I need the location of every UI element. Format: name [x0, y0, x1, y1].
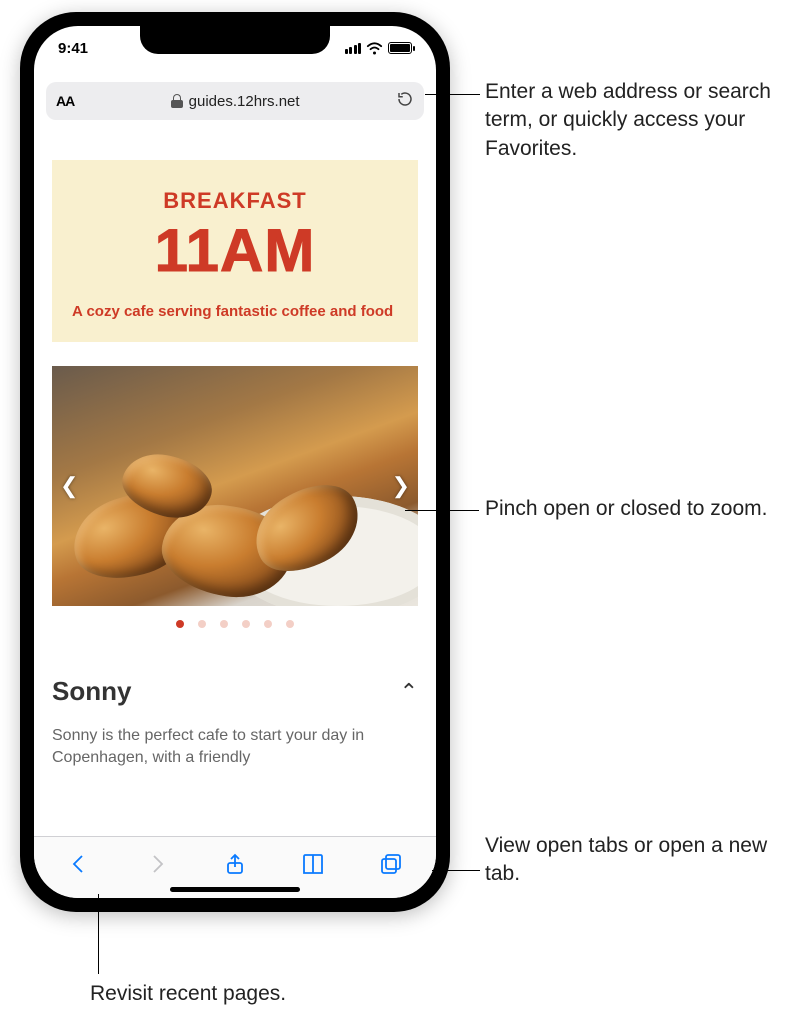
callout-lead: [432, 870, 480, 871]
home-indicator[interactable]: [170, 887, 300, 892]
status-time: 9:41: [58, 40, 88, 57]
carousel-prev-button[interactable]: ❮: [60, 473, 78, 499]
url-bar[interactable]: AA guides.12hrs.net: [46, 82, 424, 120]
banner-label: BREAKFAST: [72, 188, 398, 214]
callout-tabs: View open tabs or open a new tab.: [485, 832, 805, 889]
collapse-icon[interactable]: ⌃: [400, 679, 418, 705]
carousel-image[interactable]: ❮ ❯: [52, 366, 418, 606]
carousel-dot[interactable]: [220, 620, 228, 628]
callout-lead: [405, 510, 479, 511]
carousel-dot[interactable]: [286, 620, 294, 628]
lock-icon: [171, 94, 183, 108]
banner-title: 11AM: [72, 216, 398, 285]
status-right: [345, 42, 413, 55]
carousel-dot[interactable]: [264, 620, 272, 628]
carousel-dot[interactable]: [176, 620, 184, 628]
tabs-button[interactable]: [371, 844, 411, 884]
callout-lead: [425, 94, 480, 95]
reload-button[interactable]: [396, 90, 414, 112]
share-button[interactable]: [215, 844, 255, 884]
article-body: Sonny is the perfect cafe to start your …: [52, 725, 418, 770]
article-title: Sonny: [52, 676, 131, 707]
bookmarks-button[interactable]: [293, 844, 333, 884]
article: Sonny ⌃ Sonny is the perfect cafe to sta…: [52, 676, 418, 770]
callout-address: Enter a web address or search term, or q…: [485, 78, 805, 163]
callout-zoom: Pinch open or closed to zoom.: [485, 495, 768, 523]
web-content[interactable]: BREAKFAST 11AM A cozy cafe serving fanta…: [34, 130, 436, 828]
callout-history: Revisit recent pages.: [90, 980, 286, 1008]
carousel-dots[interactable]: [52, 620, 418, 628]
wifi-icon: [366, 42, 383, 55]
carousel-next-button[interactable]: ❯: [392, 473, 410, 499]
forward-button: [137, 844, 177, 884]
carousel-dot[interactable]: [242, 620, 250, 628]
cellular-icon: [345, 43, 362, 54]
url-display[interactable]: guides.12hrs.net: [171, 93, 300, 110]
text-size-button[interactable]: AA: [56, 93, 74, 109]
carousel-dot[interactable]: [198, 620, 206, 628]
url-domain: guides.12hrs.net: [189, 93, 300, 110]
banner-subtitle: A cozy cafe serving fantastic coffee and…: [72, 303, 398, 320]
banner: BREAKFAST 11AM A cozy cafe serving fanta…: [52, 160, 418, 342]
phone-frame: 9:41 AA guides.12hrs.net BREAKFAST 11AM …: [20, 12, 450, 912]
battery-icon: [388, 42, 412, 54]
callout-lead-vertical: [98, 894, 99, 974]
screen: 9:41 AA guides.12hrs.net BREAKFAST 11AM …: [34, 26, 436, 898]
back-button[interactable]: [59, 844, 99, 884]
notch: [140, 26, 330, 54]
